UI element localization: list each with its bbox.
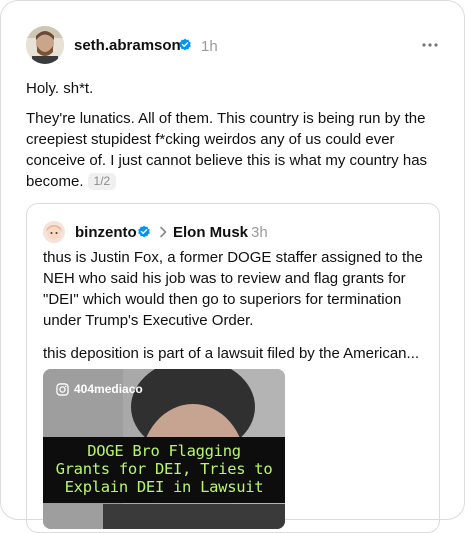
quoted-text-paragraph-1: thus is Justin Fox, a former DOGE staffe… (43, 249, 423, 329)
media-brand-label: 404mediaco (56, 382, 143, 396)
media-headline-line-1: DOGE Bro Flagging (87, 442, 241, 460)
media-brand-text: 404mediaco (74, 382, 143, 396)
media-headline-line-2: Grants for DEI, Tries to (55, 460, 273, 478)
verified-badge-icon (179, 38, 191, 51)
quoted-timestamp: 3h (251, 224, 268, 241)
author-avatar[interactable] (26, 26, 64, 64)
quoted-text-paragraph-2: this deposition is part of a lawsuit fil… (43, 345, 420, 362)
more-horizontal-icon[interactable] (419, 38, 441, 52)
quoted-post[interactable]: binzento Elon Musk 3h thus is Justin Fox… (26, 203, 440, 533)
reply-to-username[interactable]: Elon Musk (173, 224, 248, 241)
page-indicator-badge: 1/2 (87, 173, 117, 190)
instagram-icon (56, 382, 69, 396)
thread-post-card: seth.abramson 1h Holy. sh*t. They're lun… (0, 0, 465, 533)
chevron-right-icon (160, 226, 167, 238)
quoted-author-username[interactable]: binzento (75, 224, 137, 241)
media-headline: DOGE Bro Flagging Grants for DEI, Tries … (43, 442, 285, 496)
post-text-paragraph-2: They're lunatics. All of them. This coun… (26, 108, 436, 192)
quoted-author-avatar[interactable] (43, 221, 65, 243)
verified-badge-icon (138, 225, 150, 238)
author-username[interactable]: seth.abramson (74, 37, 181, 54)
media-headline-line-3: Explain DEI in Lawsuit (64, 478, 264, 496)
quoted-media-image[interactable]: 404mediaco DOGE Bro Flagging Grants for … (43, 369, 285, 529)
post-text-paragraph-1: Holy. sh*t. (26, 80, 94, 97)
post-timestamp: 1h (201, 38, 218, 55)
post-text-body: They're lunatics. All of them. This coun… (26, 110, 428, 190)
